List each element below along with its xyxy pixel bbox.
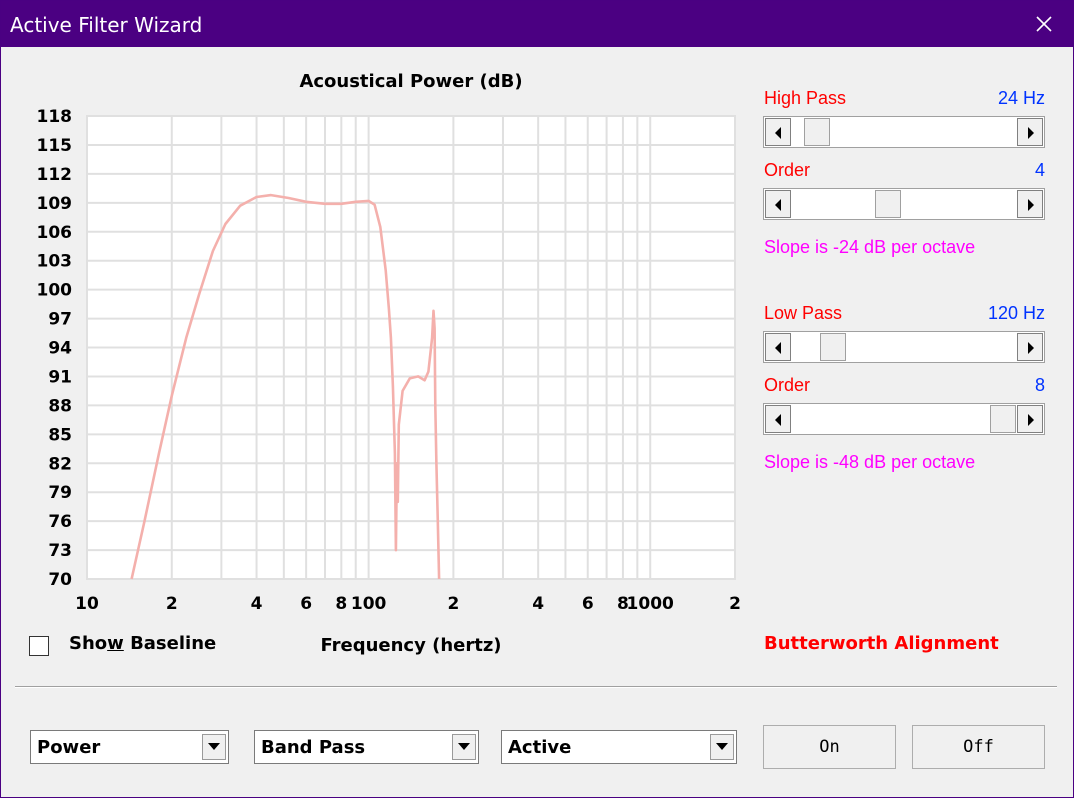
on-button[interactable]: On [763,725,896,769]
low-pass-slope-text: Slope is -48 dB per octave [764,452,976,472]
y-tick-label: 91 [48,367,72,387]
high-pass-order-left-arrow[interactable] [765,190,791,218]
y-tick-label: 70 [48,570,72,590]
high-pass-slope-text: Slope is -24 dB per octave [764,237,976,257]
acoustical-power-chart: Acoustical Power (dB) 118115112109106103… [37,71,741,656]
filter-combo[interactable]: Active [501,730,737,764]
y-tick-label: 94 [48,339,72,359]
y-tick-label: 115 [37,136,73,156]
mode-combo[interactable]: Power [30,730,229,764]
show-baseline-label[interactable]: Show Baseline [69,633,216,654]
y-tick-label: 88 [48,396,72,416]
low-pass-slider[interactable] [763,331,1045,363]
x-tick-label: 6 [300,594,312,614]
y-tick-label: 103 [37,252,73,272]
x-tick-label: 6 [582,594,594,614]
show-baseline-checkbox[interactable] [29,636,49,656]
high-pass-slider[interactable] [763,116,1045,148]
x-tick-label: 10 [75,594,99,614]
high-pass-thumb[interactable] [803,118,830,146]
arrow-right-icon [1028,342,1034,354]
x-axis-label: Frequency (hertz) [320,635,501,656]
high-pass-order-label: Order [764,160,811,180]
mode-combo-value: Power [37,737,101,758]
off-button[interactable]: Off [912,725,1045,769]
low-pass-order-right-arrow[interactable] [1017,405,1043,433]
close-icon [1036,16,1052,32]
low-pass-order-thumb[interactable] [990,405,1016,433]
high-pass-order-value: 4 [1034,160,1045,180]
y-tick-label: 109 [37,194,73,214]
low-pass-order-slider[interactable] [763,403,1045,435]
arrow-right-icon [1028,414,1034,426]
low-pass-value: 120 Hz [987,303,1045,323]
type-combo-dropdown[interactable] [452,734,476,760]
close-button[interactable] [1029,9,1059,39]
y-tick-label: 82 [48,454,72,474]
separator [15,686,1057,688]
y-tick-label: 97 [48,310,72,330]
x-tick-label: 2 [166,594,178,614]
x-tick-label: 8 [335,594,347,614]
x-tick-label: 1000 [627,594,674,614]
y-tick-label: 118 [37,107,73,127]
low-pass-left-arrow[interactable] [765,333,791,361]
high-pass-left-arrow[interactable] [765,118,791,146]
y-axis-ticks: 118 115 112 109 106 103 100 97 94 91 88 85 82 79 76 73 7… [37,107,73,590]
arrow-left-icon [775,342,781,354]
filter-combo-value: Active [508,737,572,758]
low-pass-label: Low Pass [764,303,843,323]
low-pass-right-arrow[interactable] [1017,333,1043,361]
chevron-down-icon [716,743,728,750]
high-pass-label: High Pass [764,88,847,108]
x-tick-label: 100 [351,594,387,614]
arrow-right-icon [1028,127,1034,139]
low-pass-order-label: Order [764,375,811,395]
x-tick-label: 4 [251,594,263,614]
filter-combo-dropdown[interactable] [710,734,734,760]
alignment-label: Butterworth Alignment [764,633,999,654]
x-tick-label: 4 [532,594,544,614]
y-tick-label: 73 [48,541,72,561]
chart-title: Acoustical Power (dB) [299,71,522,92]
chevron-down-icon [208,743,220,750]
y-tick-label: 112 [37,165,73,185]
type-combo[interactable]: Band Pass [254,730,479,764]
high-pass-order-slider[interactable] [763,188,1045,220]
mode-combo-dropdown[interactable] [202,734,226,760]
arrow-left-icon [775,127,781,139]
arrow-left-icon [775,414,781,426]
y-tick-label: 106 [37,223,73,243]
low-pass-order-left-arrow[interactable] [765,405,791,433]
arrow-right-icon [1028,199,1034,211]
high-pass-order-right-arrow[interactable] [1017,190,1043,218]
high-pass-right-arrow[interactable] [1017,118,1043,146]
y-tick-label: 100 [37,281,73,301]
y-tick-label: 85 [48,425,72,445]
x-axis-ticks: 10 2 4 6 8 100 2 4 6 81000 2 [75,594,741,614]
y-tick-label: 76 [48,512,72,532]
type-combo-value: Band Pass [261,737,366,758]
y-tick-label: 79 [48,483,72,503]
x-tick-label: 2 [447,594,459,614]
arrow-left-icon [775,199,781,211]
high-pass-value: 24 Hz [997,88,1045,108]
low-pass-order-value: 8 [1034,375,1045,395]
x-tick-label: 2 [729,594,741,614]
low-pass-thumb[interactable] [819,333,846,361]
high-pass-order-thumb[interactable] [875,190,902,218]
chevron-down-icon [458,743,470,750]
